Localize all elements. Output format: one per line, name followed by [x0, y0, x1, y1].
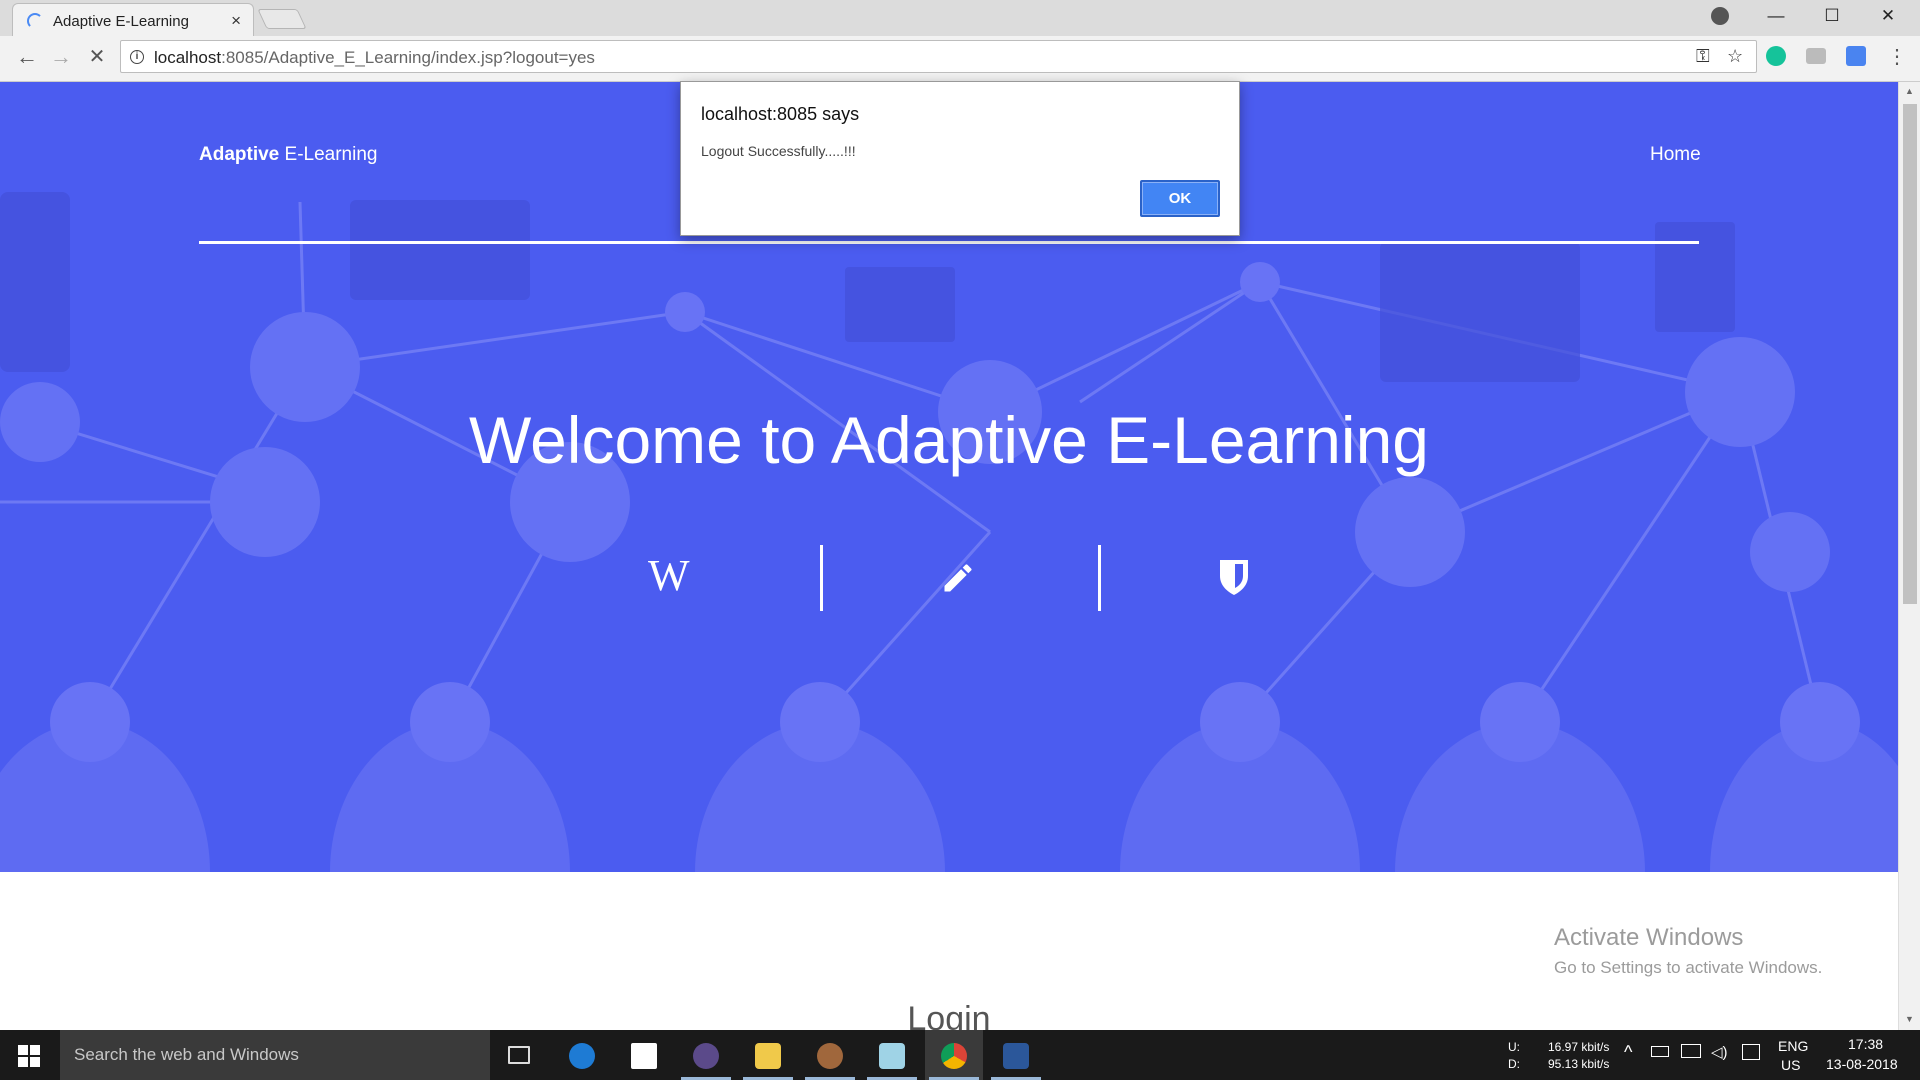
browser-tab-strip: Adaptive E-Learning × — ☐ ✕	[0, 0, 1920, 36]
tab-title: Adaptive E-Learning	[53, 13, 189, 30]
dialog-message: Logout Successfully.....!!!	[701, 143, 856, 159]
site-info-icon[interactable]: i	[130, 50, 144, 64]
page-scrollbar[interactable]: ▲ ▼	[1898, 82, 1920, 1030]
settings-gear-icon[interactable]	[801, 1030, 859, 1080]
net-upload-speed: 16.97 kbit/s	[1548, 1040, 1610, 1054]
forward-button[interactable]: →	[46, 44, 76, 70]
ok-button[interactable]: OK	[1140, 180, 1220, 217]
windows-taskbar: Search the web and Windows U: D: 16.97 k…	[0, 1030, 1920, 1080]
icon-divider	[1098, 545, 1101, 611]
windows-start-icon[interactable]	[18, 1045, 40, 1067]
language-indicator[interactable]: ENG	[1778, 1038, 1808, 1054]
region-indicator[interactable]: US	[1781, 1057, 1800, 1073]
maximize-button[interactable]: ☐	[1804, 0, 1860, 34]
clock-date[interactable]: 13-08-2018	[1826, 1056, 1898, 1072]
profile-icon[interactable]	[1711, 7, 1729, 25]
shield-icon[interactable]	[1218, 558, 1250, 596]
translate-extension-icon[interactable]	[1846, 46, 1866, 66]
scroll-down-arrow-icon[interactable]: ▼	[1905, 1014, 1914, 1024]
net-upload-label: U:	[1508, 1040, 1520, 1054]
file-explorer-icon[interactable]	[739, 1030, 797, 1080]
scrollbar-thumb[interactable]	[1903, 104, 1917, 604]
bookmark-star-icon[interactable]: ☆	[1727, 46, 1743, 67]
browser-tab-active[interactable]: Adaptive E-Learning ×	[12, 3, 254, 36]
dialog-title: localhost:8085 says	[701, 104, 860, 124]
url-text[interactable]: localhost:8085/Adaptive_E_Learning/index…	[154, 48, 595, 68]
stop-loading-button[interactable]: ✕	[82, 44, 112, 69]
password-key-icon[interactable]: ⚿	[1696, 46, 1710, 67]
network-icon[interactable]	[1681, 1044, 1701, 1058]
edge-icon[interactable]	[553, 1030, 611, 1080]
net-download-label: D:	[1508, 1057, 1520, 1071]
new-tab-button[interactable]	[257, 9, 307, 29]
battery-icon[interactable]	[1651, 1046, 1669, 1057]
hero-title: Welcome to Adaptive E-Learning	[469, 403, 1429, 477]
grammarly-extension-icon[interactable]	[1766, 46, 1786, 66]
net-download-speed: 95.13 kbit/s	[1548, 1057, 1610, 1071]
close-window-button[interactable]: ✕	[1860, 0, 1916, 34]
chrome-menu-icon[interactable]: ⋮	[1882, 44, 1912, 69]
word-icon[interactable]	[987, 1030, 1045, 1080]
action-center-icon[interactable]	[1742, 1044, 1760, 1060]
tray-expand-chevron-icon[interactable]: ^	[1624, 1042, 1632, 1063]
clock-time[interactable]: 17:38	[1848, 1036, 1883, 1052]
brand-logo[interactable]: Adaptive E-Learning	[199, 144, 377, 166]
taskbar-search-box[interactable]: Search the web and Windows	[60, 1030, 490, 1080]
store-icon[interactable]	[615, 1030, 673, 1080]
tab-close-icon[interactable]: ×	[231, 11, 241, 31]
minimize-button[interactable]: —	[1748, 0, 1804, 34]
task-view-icon[interactable]	[490, 1030, 548, 1080]
wikipedia-icon[interactable]: W	[648, 550, 690, 601]
volume-icon[interactable]: ◁)	[1711, 1043, 1728, 1061]
back-button[interactable]: ←	[12, 44, 42, 70]
alert-dialog: localhost:8085 says Logout Successfully.…	[680, 81, 1240, 236]
icon-divider	[820, 545, 823, 611]
cast-extension-icon[interactable]	[1806, 48, 1826, 64]
pencil-icon[interactable]	[940, 560, 976, 596]
header-divider	[199, 241, 1699, 244]
windows-activation-watermark: Activate Windows Go to Settings to activ…	[1554, 924, 1823, 977]
login-heading: Login	[907, 1000, 991, 1030]
notepad-icon[interactable]	[863, 1030, 921, 1080]
chrome-icon[interactable]	[925, 1030, 983, 1080]
address-bar[interactable]: i localhost:8085/Adaptive_E_Learning/ind…	[120, 40, 1757, 73]
scroll-up-arrow-icon[interactable]: ▲	[1905, 86, 1914, 96]
nav-home-link[interactable]: Home	[1650, 144, 1701, 166]
browser-toolbar: ← → ✕ i localhost:8085/Adaptive_E_Learni…	[0, 36, 1920, 82]
eclipse-icon[interactable]	[677, 1030, 735, 1080]
loading-spinner-icon	[27, 13, 43, 29]
